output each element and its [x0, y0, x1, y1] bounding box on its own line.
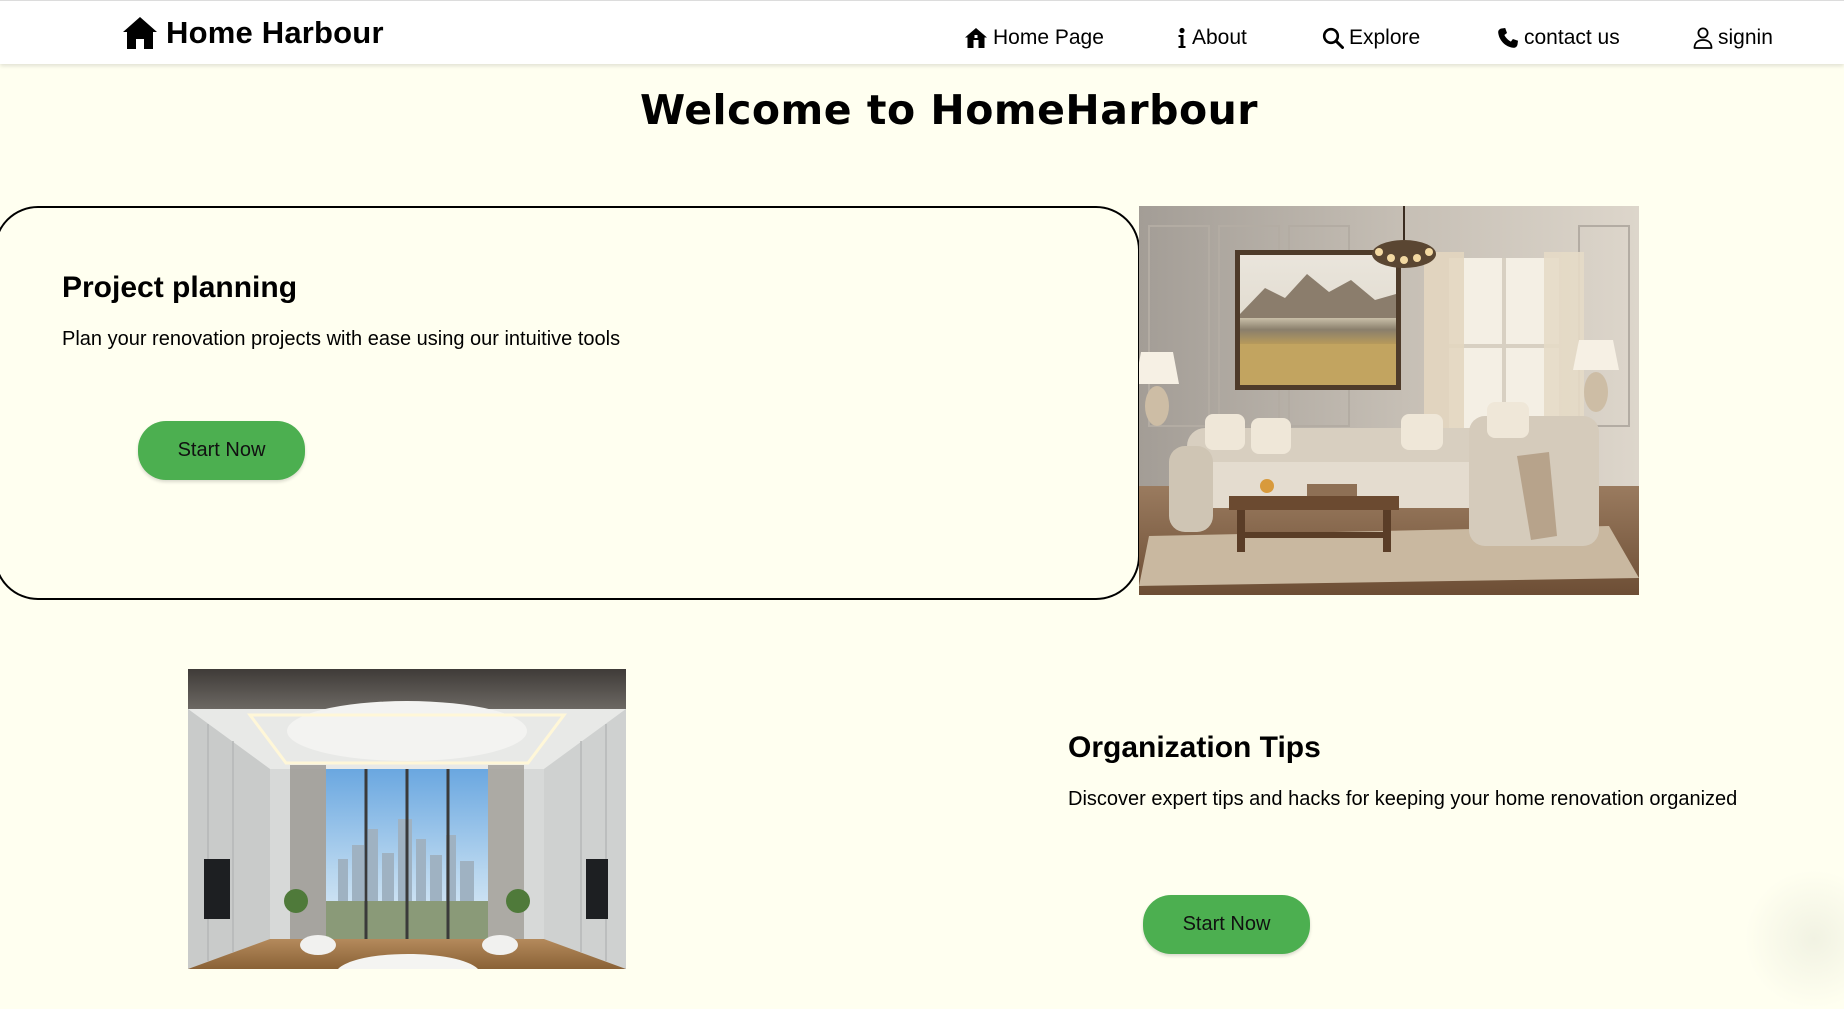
user-icon	[1693, 27, 1713, 49]
nav-contact-us[interactable]: contact us	[1497, 25, 1620, 51]
brand[interactable]: Home Harbour	[122, 15, 384, 51]
nav-about-label: About	[1192, 25, 1247, 51]
feature-card	[0, 206, 1140, 600]
house-icon	[964, 27, 988, 49]
feature-description: Discover expert tips and hacks for keepi…	[1068, 786, 1737, 812]
corner-shadow-decoration	[1744, 869, 1844, 1009]
nav-explore[interactable]: Explore	[1322, 25, 1420, 51]
nav-home-page-label: Home Page	[993, 25, 1104, 51]
feature-title: Project planning	[62, 270, 297, 306]
phone-icon	[1497, 27, 1519, 49]
nav-signin[interactable]: signin	[1693, 25, 1773, 51]
living-room-image	[1139, 206, 1639, 595]
nav-contact-us-label: contact us	[1524, 25, 1620, 51]
welcome-heading: Welcome to HomeHarbour	[0, 84, 1844, 136]
start-now-button[interactable]: Start Now	[1143, 895, 1310, 954]
nav-about[interactable]: About	[1177, 25, 1247, 51]
top-navbar: Home Harbour Home Page About Explore	[0, 0, 1844, 64]
start-now-button[interactable]: Start Now	[138, 421, 305, 480]
bedroom-city-view-image	[188, 669, 626, 969]
brand-title: Home Harbour	[166, 15, 384, 51]
nav-explore-label: Explore	[1349, 25, 1420, 51]
info-icon	[1177, 27, 1187, 49]
feature-description: Plan your renovation projects with ease …	[62, 326, 620, 352]
nav-home-page[interactable]: Home Page	[964, 25, 1104, 51]
nav-signin-label: signin	[1718, 25, 1773, 51]
search-icon	[1322, 27, 1344, 49]
feature-title: Organization Tips	[1068, 730, 1321, 766]
house-icon	[122, 16, 158, 50]
